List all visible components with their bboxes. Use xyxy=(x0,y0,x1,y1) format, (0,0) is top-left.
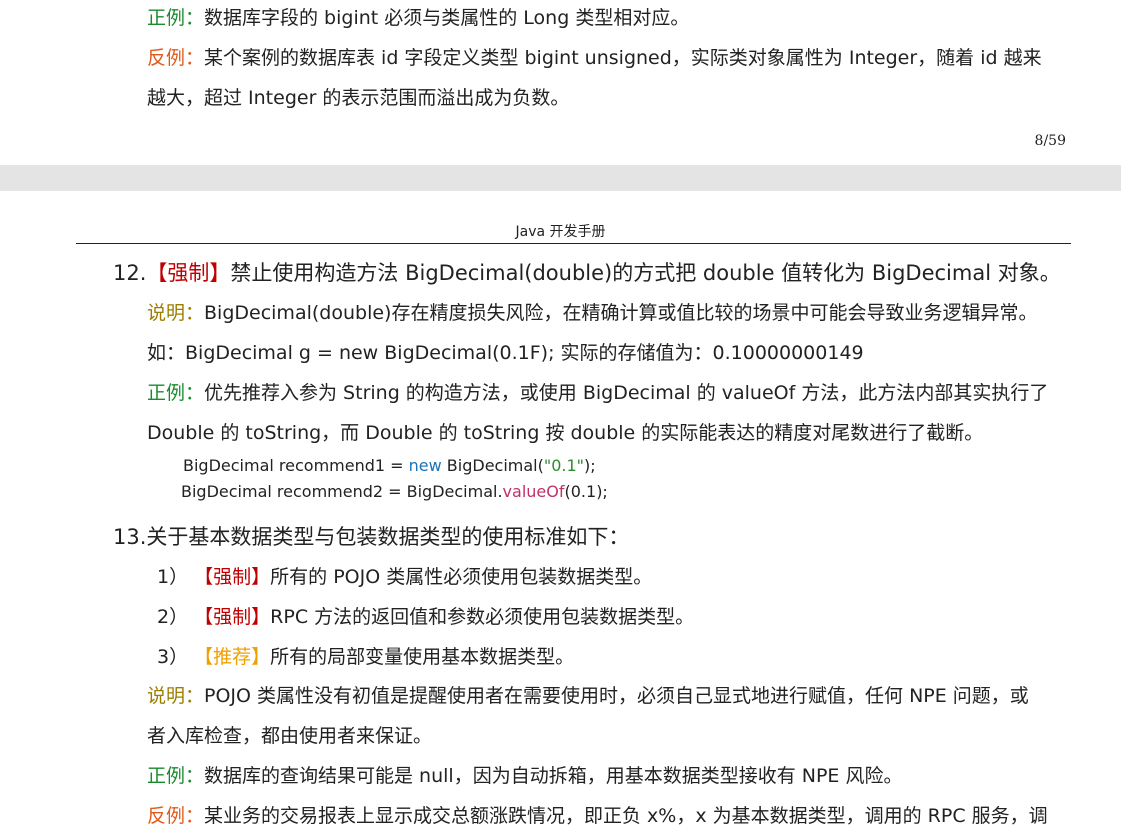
document-viewer[interactable]: 正例：数据库字段的 bigint 必须与类属性的 Long 类型相对应。 反例：… xyxy=(0,0,1121,825)
counter-label: 反例： xyxy=(147,47,205,69)
item-13-correct: 正例：数据库的查询结果可能是 null，因为自动拆箱，用基本数据类型接收有 NP… xyxy=(147,764,902,788)
correct-example-line: 正例：数据库字段的 bigint 必须与类属性的 Long 类型相对应。 xyxy=(147,6,689,30)
item-13-note-continued: 者入库检查，都由使用者来保证。 xyxy=(147,725,433,747)
recommended-tag: 【推荐】 xyxy=(194,646,271,668)
counter-text: 某业务的交易报表上显示成交总额涨跌情况，即正负 x%，x 为基本数据类型，调用的… xyxy=(204,805,1048,825)
counter-label: 反例： xyxy=(147,805,205,825)
sub-item-2: 2） 【强制】RPC 方法的返回值和参数必须使用包装数据类型。 xyxy=(157,605,694,629)
sub-item-number: 1） xyxy=(157,566,189,588)
item-12-text: 禁止使用构造方法 BigDecimal(double)的方式把 double 值… xyxy=(230,261,1061,285)
running-header: Java 开发手册 xyxy=(515,224,606,240)
header-rule xyxy=(76,243,1071,244)
correct-text: 数据库字段的 bigint 必须与类属性的 Long 类型相对应。 xyxy=(204,7,690,29)
item-12-correct: 正例：优先推荐入参为 String 的构造方法，或使用 BigDecimal 的… xyxy=(147,381,1048,405)
mandatory-tag: 【强制】 xyxy=(194,566,271,588)
code-text: ); xyxy=(596,482,608,501)
correct-text: 数据库的查询结果可能是 null，因为自动拆箱，用基本数据类型接收有 NPE 风… xyxy=(204,765,903,787)
mandatory-tag: 【强制】 xyxy=(146,261,231,285)
item-13-counter: 反例：某业务的交易报表上显示成交总额涨跌情况，即正负 x%，x 为基本数据类型，… xyxy=(147,804,1048,825)
code-number: 0.1 xyxy=(570,482,597,501)
sub-item-1: 1） 【强制】所有的 POJO 类属性必须使用包装数据类型。 xyxy=(157,565,652,589)
item-13-note: 说明：POJO 类属性没有初值是提醒使用者在需要使用时，必须自己显式地进行赋值，… xyxy=(147,684,1029,708)
counter-example-line: 反例：某个案例的数据库表 id 字段定义类型 bigint unsigned，实… xyxy=(147,46,1042,70)
sub-item-text: 所有的局部变量使用基本数据类型。 xyxy=(270,646,575,668)
code-keyword: new xyxy=(408,456,442,475)
code-text: ); xyxy=(584,456,596,475)
item-12-note: 说明：BigDecimal(double)存在精度损失风险，在精确计算或值比较的… xyxy=(147,301,1037,325)
sub-item-number: 2） xyxy=(157,606,189,628)
note-text: POJO 类属性没有初值是提醒使用者在需要使用时，必须自己显式地进行赋值，任何 … xyxy=(204,685,1029,707)
code-text: BigDecimal recommend1 = xyxy=(183,456,409,475)
sub-item-3: 3） 【推荐】所有的局部变量使用基本数据类型。 xyxy=(157,645,574,669)
page-gap xyxy=(0,165,1121,191)
code-text: BigDecimal( xyxy=(441,456,544,475)
correct-label: 正例： xyxy=(147,382,205,404)
note-label: 说明： xyxy=(147,685,205,707)
item-12-number: 12. xyxy=(113,261,147,285)
code-method: valueOf xyxy=(502,482,565,501)
code-text: BigDecimal recommend2 = BigDecimal. xyxy=(181,482,503,501)
counter-text-continued: 越大，超过 Integer 的表示范围而溢出成为负数。 xyxy=(147,87,570,109)
page-number: 8/59 xyxy=(1034,133,1066,149)
page-8: 正例：数据库字段的 bigint 必须与类属性的 Long 类型相对应。 反例：… xyxy=(0,0,1121,165)
mandatory-tag: 【强制】 xyxy=(194,606,271,628)
item-13-title: 13.关于基本数据类型与包装数据类型的使用标准如下： xyxy=(113,525,630,549)
page-9: Java 开发手册 12.【强制】禁止使用构造方法 BigDecimal(dou… xyxy=(0,191,1121,825)
sub-item-text: 所有的 POJO 类属性必须使用包装数据类型。 xyxy=(270,566,653,588)
item-12-example: 如：BigDecimal g = new BigDecimal(0.1F); 实… xyxy=(147,342,864,364)
counter-text: 某个案例的数据库表 id 字段定义类型 bigint unsigned，实际类对… xyxy=(204,47,1042,69)
code-line-2: BigDecimal recommend2 = BigDecimal.value… xyxy=(181,482,608,502)
counter-example-line-2: 越大，超过 Integer 的表示范围而溢出成为负数。 xyxy=(147,86,569,110)
item-12-correct-continued: Double 的 toString，而 Double 的 toString 按 … xyxy=(147,422,984,444)
note-label: 说明： xyxy=(147,302,205,324)
correct-label: 正例： xyxy=(147,765,205,787)
correct-label: 正例： xyxy=(147,7,205,29)
sub-item-number: 3） xyxy=(157,646,189,668)
sub-item-text: RPC 方法的返回值和参数必须使用包装数据类型。 xyxy=(270,606,695,628)
code-string: "0.1" xyxy=(543,456,585,475)
code-line-1: BigDecimal recommend1 = new BigDecimal("… xyxy=(183,456,596,476)
correct-text: 优先推荐入参为 String 的构造方法，或使用 BigDecimal 的 va… xyxy=(204,382,1049,404)
note-text: BigDecimal(double)存在精度损失风险，在精确计算或值比较的场景中… xyxy=(204,302,1038,324)
item-12-title: 12.【强制】禁止使用构造方法 BigDecimal(double)的方式把 d… xyxy=(113,260,1061,286)
